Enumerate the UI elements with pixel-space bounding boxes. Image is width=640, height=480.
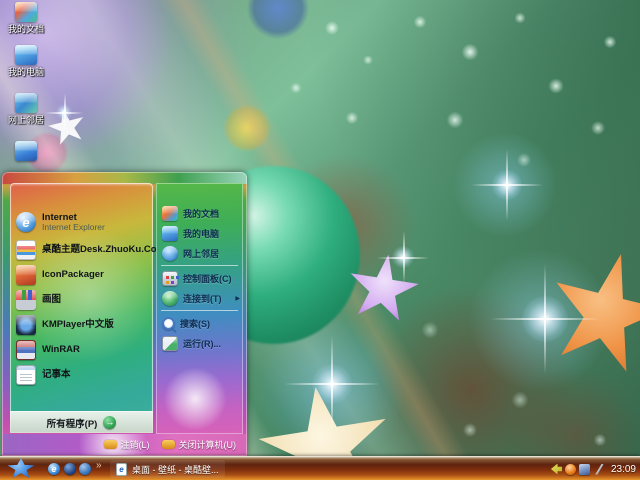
sparkle-flare <box>376 230 430 284</box>
desktop-icon-my-computer[interactable]: 我的电脑 <box>2 45 50 77</box>
desktop-icon-partially-hidden[interactable] <box>2 141 50 161</box>
log-off-label: 注销(L) <box>120 440 150 450</box>
menu-item-iconpackager[interactable]: IconPackager <box>10 262 153 287</box>
antivirus-icon[interactable] <box>564 463 576 475</box>
menu-item-subtitle: Internet Explorer <box>42 222 105 232</box>
desktop-icon-label: 网上邻居 <box>7 115 44 125</box>
search-icon <box>162 316 175 330</box>
menu-item-text: Internet Internet Explorer <box>42 212 105 232</box>
menu-item-label: 连接到(T) <box>183 293 222 304</box>
control-panel-icon <box>162 270 178 286</box>
notepad-icon <box>16 364 36 385</box>
log-off-icon <box>103 440 117 449</box>
menu-item-zhuoku-theme[interactable]: 桌酷主题Desk.ZhuoKu.Com <box>10 237 165 262</box>
taskbar-window-label: 桌面 - 壁纸 - 桌酷壁... <box>132 464 219 475</box>
menu-item-label: 我的文档 <box>183 208 220 219</box>
system-tray: 23:09 <box>550 457 636 480</box>
start-menu-bottom-band: 注销(L) 关闭计算机(U) <box>3 434 246 455</box>
menu-item-title: 记事本 <box>42 369 71 380</box>
menu-item-label: 我的电脑 <box>183 228 220 239</box>
network-places-icon <box>15 93 37 113</box>
my-documents-icon <box>162 205 178 221</box>
menu-item-search[interactable]: 搜索(S) <box>156 313 243 333</box>
menu-item-control-panel[interactable]: 控制面板(C) <box>156 268 243 288</box>
menu-item-my-documents[interactable]: 我的文档 <box>156 203 243 223</box>
menu-item-connect-to[interactable]: 连接到(T) ▶ <box>156 288 243 308</box>
start-button[interactable] <box>7 458 35 478</box>
network-places-icon <box>162 245 178 261</box>
paint-icon <box>16 289 36 310</box>
menu-separator <box>161 310 238 311</box>
my-computer-icon <box>15 45 37 65</box>
desktop-icon-label: 我的电脑 <box>7 67 44 77</box>
sparkle-flare <box>284 336 380 432</box>
start-menu-left-panel: e Internet Internet Explorer 桌酷主题Desk.Zh… <box>10 183 165 433</box>
taskbar-clock[interactable]: 23:09 <box>611 464 636 475</box>
submenu-arrow-icon: ▶ <box>235 295 240 302</box>
menu-item-notepad[interactable]: 记事本 <box>10 362 153 387</box>
my-computer-icon <box>162 225 178 241</box>
menu-item-title: KMPlayer中文版 <box>42 319 114 330</box>
menu-separator <box>161 265 238 266</box>
all-programs-label: 所有程序(P) <box>46 418 98 430</box>
connect-to-icon <box>162 290 178 306</box>
all-programs-button[interactable]: 所有程序(P) → <box>10 411 153 433</box>
menu-item-title: IconPackager <box>42 269 104 280</box>
ie-glyph: e <box>22 214 30 230</box>
menu-item-title: 桌酷主题Desk.ZhuoKu.Com <box>42 244 165 255</box>
network-status-icon[interactable] <box>595 463 604 475</box>
run-icon <box>162 335 178 351</box>
zhuoku-theme-icon <box>16 239 36 260</box>
turn-off-icon <box>161 440 175 449</box>
iconpackager-icon <box>16 264 36 285</box>
start-menu-right-panel: 我的文档 我的电脑 网上邻居 控制面板(C) 连接到(T) ▶ 搜索(S) 运行… <box>156 183 243 434</box>
desktop-icon-network-places[interactable]: 网上邻居 <box>2 93 50 125</box>
menu-item-label: 控制面板(C) <box>183 273 232 284</box>
winrar-icon <box>16 339 36 360</box>
quick-launch-internet-explorer[interactable]: e <box>48 463 60 475</box>
my-documents-icon <box>15 2 37 22</box>
menu-item-label: 网上邻居 <box>183 248 220 259</box>
quick-launch-media-player[interactable] <box>79 463 91 475</box>
start-menu: e Internet Internet Explorer 桌酷主题Desk.Zh… <box>2 172 247 456</box>
quick-launch-msn[interactable] <box>64 463 76 475</box>
menu-item-label: 搜索(S) <box>180 318 210 329</box>
sparkle-flare <box>471 149 543 221</box>
quick-launch-chevron-icon[interactable]: » <box>96 460 102 471</box>
all-programs-arrow-icon: → <box>103 416 117 429</box>
desktop-icon-my-documents[interactable]: 我的文档 <box>2 2 50 34</box>
menu-item-kmplayer[interactable]: KMPlayer中文版 <box>10 312 153 337</box>
desktop-icon-label: 我的文档 <box>7 24 44 34</box>
sparkle-flare <box>489 263 601 375</box>
menu-item-paint[interactable]: 画图 <box>10 287 153 312</box>
menu-item-network-places[interactable]: 网上邻居 <box>156 243 243 263</box>
menu-item-title: 画图 <box>42 294 62 305</box>
menu-item-my-computer[interactable]: 我的电脑 <box>156 223 243 243</box>
sparkle-flare <box>44 92 84 132</box>
blue-app-icon <box>15 141 37 161</box>
turn-off-label: 关闭计算机(U) <box>178 440 237 450</box>
log-off-button[interactable]: 注销(L) <box>103 438 150 451</box>
kmplayer-icon <box>16 314 36 335</box>
desktop-screen: 我的文档 我的电脑 网上邻居 e Internet Internet Explo… <box>0 0 640 480</box>
internet-explorer-icon: e <box>16 212 36 232</box>
menu-item-internet[interactable]: e Internet Internet Explorer <box>10 207 153 237</box>
menu-item-title: WinRAR <box>42 344 80 355</box>
taskbar: e » e 桌面 - 壁纸 - 桌酷壁... 23:09 <box>0 456 640 480</box>
messenger-icon[interactable] <box>578 463 590 475</box>
menu-item-winrar[interactable]: WinRAR <box>10 337 153 362</box>
input-method-icon[interactable] <box>550 463 562 475</box>
taskbar-window-button[interactable]: e 桌面 - 壁纸 - 桌酷壁... <box>110 460 225 478</box>
turn-off-computer-button[interactable]: 关闭计算机(U) <box>161 438 237 451</box>
menu-item-run[interactable]: 运行(R)... <box>156 333 243 353</box>
menu-item-label: 运行(R)... <box>183 338 221 349</box>
ie-page-icon: e <box>116 462 127 476</box>
